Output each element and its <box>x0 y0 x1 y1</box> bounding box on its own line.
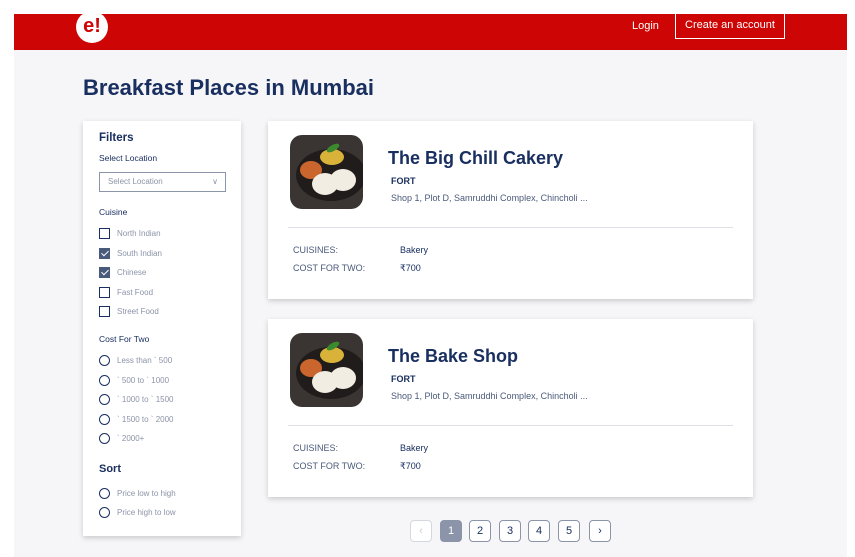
location-select-value: Select Location <box>108 177 163 186</box>
restaurant-area: FORT <box>391 176 416 186</box>
radio-icon[interactable] <box>99 432 110 444</box>
restaurant-image <box>290 135 363 209</box>
page-button-2[interactable]: 2 <box>469 520 491 542</box>
cuisine-label: Cuisine <box>99 207 128 217</box>
sort-label: Sort <box>99 463 121 475</box>
right-margin <box>847 14 855 557</box>
restaurant-area: FORT <box>391 374 416 384</box>
radio-icon[interactable] <box>99 413 110 425</box>
idli-shape <box>330 367 356 389</box>
location-label: Select Location <box>99 153 158 163</box>
page-title: Breakfast Places in Mumbai <box>83 75 375 100</box>
radio-icon[interactable] <box>99 354 110 366</box>
restaurant-address: Shop 1, Plot D, Samruddhi Complex, Chinc… <box>391 391 588 401</box>
cost-label: Cost For Two <box>99 334 150 344</box>
chevron-down-icon: ∨ <box>212 177 218 186</box>
left-margin <box>0 14 14 557</box>
card-divider <box>288 227 733 228</box>
cost-value: ₹700 <box>400 461 421 471</box>
cost-option-3[interactable]: ` 1000 to ` 1500 <box>99 393 173 405</box>
radio-icon[interactable] <box>99 393 110 405</box>
cuisine-option-label: Fast Food <box>117 287 154 297</box>
cost-option-2[interactable]: ` 500 to ` 1000 <box>99 374 169 386</box>
checkbox-icon[interactable] <box>99 227 110 239</box>
location-select[interactable]: Select Location ∨ <box>99 172 226 192</box>
cuisine-option-south-indian[interactable]: South Indian <box>99 247 162 259</box>
page-button-4[interactable]: 4 <box>528 520 550 542</box>
idli-shape <box>330 169 356 191</box>
cost-option-5[interactable]: ` 2000+ <box>99 432 144 444</box>
login-link[interactable]: Login <box>632 19 659 33</box>
restaurant-card[interactable]: The Bake Shop FORT Shop 1, Plot D, Samru… <box>268 319 753 497</box>
filters-panel: Filters Select Location Select Location … <box>83 121 241 536</box>
restaurant-name[interactable]: The Big Chill Cakery <box>388 148 563 169</box>
sort-option-label: Price high to low <box>117 507 176 517</box>
app-header: e! Login Create an account <box>14 11 847 50</box>
cuisines-label: CUISINES: <box>293 443 339 453</box>
cuisine-option-label: Chinese <box>117 267 147 277</box>
cuisine-option-chinese[interactable]: Chinese <box>99 266 146 278</box>
page-button-3[interactable]: 3 <box>499 520 521 542</box>
cost-option-4[interactable]: ` 1500 to ` 2000 <box>99 413 173 425</box>
cost-option-label: ` 1500 to ` 2000 <box>117 414 174 424</box>
checkbox-icon[interactable] <box>99 266 110 278</box>
card-divider <box>288 425 733 426</box>
radio-icon[interactable] <box>99 487 110 499</box>
cuisine-option-label: South Indian <box>117 248 162 258</box>
restaurant-address: Shop 1, Plot D, Samruddhi Complex, Chinc… <box>391 193 588 203</box>
cuisines-label: CUISINES: <box>293 245 339 255</box>
cuisines-value: Bakery <box>400 443 429 453</box>
cuisine-option-street-food[interactable]: Street Food <box>99 305 159 317</box>
cuisines-value: Bakery <box>400 245 429 255</box>
restaurant-card[interactable]: The Big Chill Cakery FORT Shop 1, Plot D… <box>268 121 753 299</box>
create-account-button[interactable]: Create an account <box>675 12 785 39</box>
cuisine-option-fast-food[interactable]: Fast Food <box>99 286 153 298</box>
cost-label: COST FOR TWO: <box>293 263 366 273</box>
filters-title: Filters <box>99 132 134 144</box>
checkbox-icon[interactable] <box>99 305 110 317</box>
cost-option-label: ` 1000 to ` 1500 <box>117 394 174 404</box>
checkbox-icon[interactable] <box>99 247 110 259</box>
restaurant-image <box>290 333 363 407</box>
logo[interactable]: e! <box>76 11 108 43</box>
sort-option-high-low[interactable]: Price high to low <box>99 506 176 518</box>
sort-option-label: Price low to high <box>117 488 176 498</box>
page-button-1[interactable]: 1 <box>440 520 462 542</box>
cost-value: ₹700 <box>400 263 421 273</box>
cost-option-label: Less than ` 500 <box>117 355 173 365</box>
radio-icon[interactable] <box>99 374 110 386</box>
restaurant-name[interactable]: The Bake Shop <box>388 346 518 367</box>
cost-option-1[interactable]: Less than ` 500 <box>99 354 172 366</box>
cuisine-option-north-indian[interactable]: North Indian <box>99 227 161 239</box>
chevron-right-icon[interactable]: › <box>589 520 611 542</box>
sort-option-low-high[interactable]: Price low to high <box>99 487 176 499</box>
chevron-left-icon[interactable]: ‹ <box>410 520 432 542</box>
cost-option-label: ` 500 to ` 1000 <box>117 375 170 385</box>
page-button-5[interactable]: 5 <box>558 520 580 542</box>
cost-option-label: ` 2000+ <box>117 433 145 443</box>
radio-icon[interactable] <box>99 506 110 518</box>
cuisine-option-label: Street Food <box>117 306 159 316</box>
cuisine-option-label: North Indian <box>117 228 161 238</box>
checkbox-icon[interactable] <box>99 286 110 298</box>
cost-label: COST FOR TWO: <box>293 461 366 471</box>
